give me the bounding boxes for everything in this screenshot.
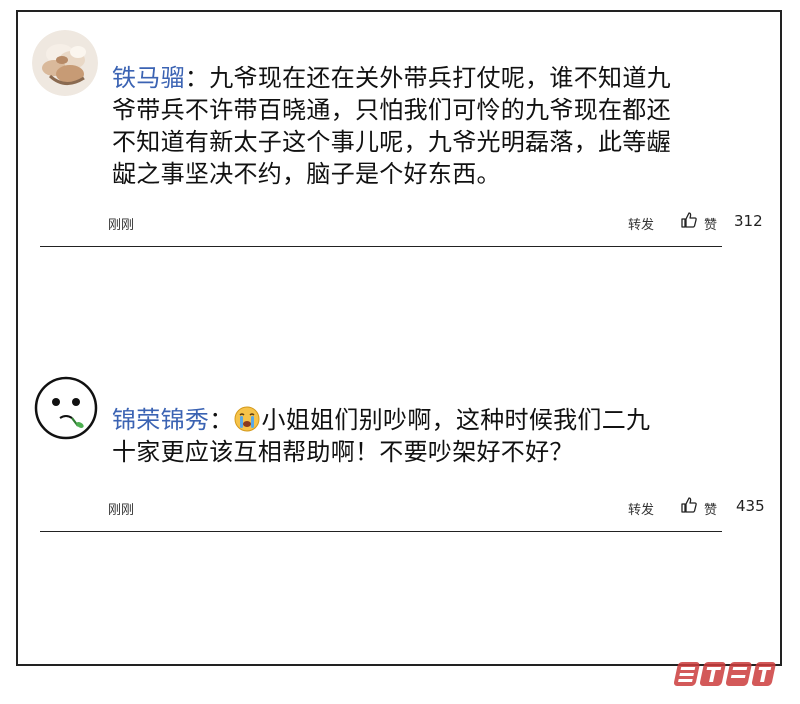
cartoon-face-avatar-icon: [34, 376, 98, 440]
comment-text: 九爷现在还在关外带兵打仗呢，谁不知道九: [209, 64, 671, 92]
share-button[interactable]: 转发: [628, 214, 654, 233]
thumbs-up-icon[interactable]: [680, 496, 698, 518]
comment-divider: [40, 246, 722, 247]
separator: ：: [209, 406, 234, 434]
comment-line: 铁马骝：九爷现在还在关外带兵打仗呢，谁不知道九: [112, 62, 671, 94]
share-button[interactable]: 转发: [628, 499, 654, 518]
username[interactable]: 锦荣锦秀: [112, 406, 209, 434]
comment-panel: 铁马骝：九爷现在还在关外带兵打仗呢，谁不知道九 爷带兵不许带百晓通，只怕我们可怜…: [16, 10, 782, 666]
comment-line: 爷带兵不许带百晓通，只怕我们可怜的九爷现在都还: [112, 96, 671, 124]
user-avatar[interactable]: [32, 30, 98, 96]
crying-face-emoji-icon: [234, 406, 260, 432]
comment-line: 十家更应该互相帮助啊！不要吵架好不好？: [112, 438, 574, 466]
like-count: 435: [736, 497, 765, 515]
comment-content: 铁马骝：九爷现在还在关外带兵打仗呢，谁不知道九 爷带兵不许带百晓通，只怕我们可怜…: [112, 62, 671, 190]
separator: ：: [184, 64, 210, 92]
comment-line: 不知道有新太子这个事儿呢，九爷光明磊落，此等龌: [112, 128, 671, 156]
comment-line: 锦荣锦秀： 小姐姐们别吵啊，这种时候我们二九: [112, 404, 650, 436]
comment-text: 小姐姐们别吵啊，这种时候我们二九: [261, 406, 651, 434]
manhua-site-logo-icon: [666, 654, 786, 694]
like-button-label[interactable]: 赞: [704, 214, 717, 233]
comment-line: 龊之事坚决不约，脑子是个好东西。: [112, 160, 501, 188]
flower-bouquet-avatar-icon: [32, 30, 98, 96]
thumbs-up-icon[interactable]: [680, 211, 698, 233]
user-avatar[interactable]: [34, 376, 98, 440]
comment-content: 锦荣锦秀： 小姐姐们别吵啊，这种时候我们二九 十家更应该互相帮助啊！不要吵架好不…: [112, 404, 650, 468]
comment-divider: [40, 531, 722, 532]
timestamp: 刚刚: [108, 503, 135, 518]
like-button-label[interactable]: 赞: [704, 499, 717, 518]
like-count: 312: [734, 212, 763, 230]
username[interactable]: 铁马骝: [112, 64, 185, 92]
timestamp: 刚刚: [108, 218, 135, 233]
